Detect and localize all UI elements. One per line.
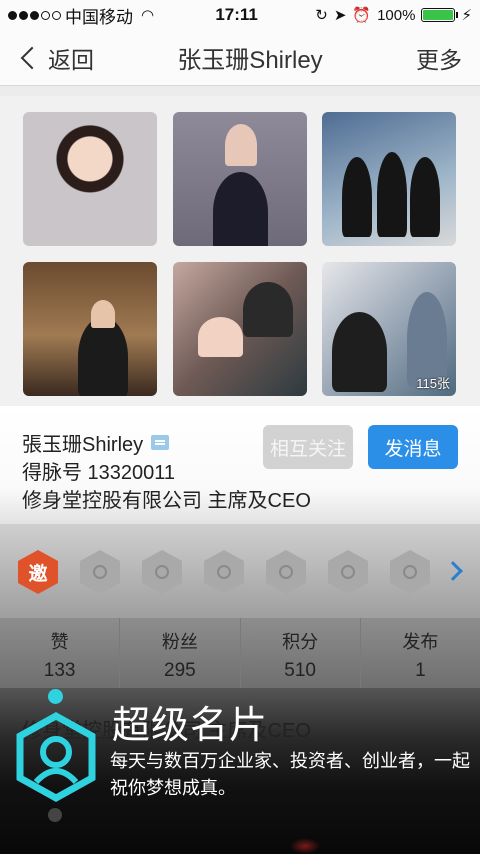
- status-right: ↻ ➤ ⏰ 100% ⚡: [315, 6, 472, 25]
- photo-thumbnail[interactable]: 115张: [322, 262, 456, 396]
- medal-badge-icon[interactable]: [204, 550, 244, 594]
- photo-thumbnail[interactable]: [23, 112, 157, 246]
- profile-company: 修身堂控股有限公司 主席及CEO: [22, 490, 311, 512]
- more-button[interactable]: 更多: [380, 41, 480, 75]
- promo-title: 超级名片: [112, 705, 269, 747]
- medal-badge-icon[interactable]: [142, 550, 182, 594]
- card-icon[interactable]: [151, 435, 170, 450]
- chevron-left-icon: [20, 46, 44, 69]
- stat-likes[interactable]: 赞 133: [0, 618, 121, 688]
- photo-thumbnail[interactable]: [322, 112, 456, 246]
- status-time: 17:11: [215, 5, 258, 24]
- promo-description: 每天与数百万企业家、投资者、创业者，一起祝你梦想成真。: [110, 751, 470, 798]
- send-message-button[interactable]: 发消息: [368, 425, 458, 469]
- invite-badge-icon[interactable]: 邀: [18, 550, 58, 594]
- photo-grid: 115张: [0, 96, 480, 406]
- stat-points[interactable]: 积分 510: [241, 618, 361, 688]
- photo-thumbnail[interactable]: [173, 262, 307, 396]
- wifi-icon: ◠: [141, 7, 155, 24]
- logo-dot-top: [48, 689, 63, 704]
- mutual-follow-button[interactable]: 相互关注: [263, 425, 353, 469]
- page-title: 张玉珊Shirley: [177, 47, 323, 74]
- medal-badge-icon[interactable]: [390, 550, 430, 594]
- battery-percent: 100%: [377, 6, 416, 24]
- medal-badge-icon[interactable]: [266, 550, 306, 594]
- stats-row: 赞 133 粉丝 295 积分 510 发布 1: [0, 618, 480, 688]
- photo-count-badge: 115张: [416, 376, 450, 391]
- back-label: 返回: [48, 46, 94, 73]
- name-row: 張玉珊Shirley: [22, 428, 170, 457]
- logo-dot-bottom: [48, 808, 62, 822]
- stat-value: 295: [164, 660, 196, 681]
- stat-fans[interactable]: 粉丝 295: [120, 618, 241, 688]
- profile-card: 張玉珊Shirley 得脉号 13320011 修身堂控股有限公司 主席及CEO…: [0, 406, 480, 524]
- photo-thumbnail[interactable]: [173, 112, 307, 246]
- nav-bar: 返回 张玉珊Shirley 更多: [0, 30, 480, 86]
- orientation-lock-icon: ↻: [315, 7, 328, 24]
- bottom-glow: [290, 838, 320, 854]
- medal-badge-icon[interactable]: [80, 550, 120, 594]
- stat-value: 510: [284, 660, 316, 681]
- stat-value: 133: [43, 660, 76, 681]
- charging-icon: ⚡: [461, 7, 472, 24]
- carrier-name: 中国移动: [65, 7, 133, 27]
- chevron-right-icon[interactable]: [443, 561, 463, 581]
- status-left: 中国移动 ◠: [8, 3, 198, 28]
- alarm-icon: ⏰: [352, 7, 372, 24]
- stat-label: 发布: [402, 632, 439, 652]
- battery-icon: [421, 8, 459, 22]
- stat-label: 赞: [50, 632, 69, 652]
- app-logo-icon: [16, 712, 96, 802]
- photo-thumbnail[interactable]: [23, 262, 157, 396]
- stat-label: 积分: [282, 632, 319, 652]
- signal-strength-icon: [8, 10, 61, 20]
- location-icon: ➤: [333, 7, 347, 24]
- medal-badge-icon[interactable]: [328, 550, 368, 594]
- stat-posts[interactable]: 发布 1: [361, 618, 480, 688]
- profile-name: 張玉珊Shirley: [22, 434, 144, 456]
- stat-value: 1: [415, 660, 426, 681]
- badge-row[interactable]: 邀: [0, 524, 480, 618]
- stat-label: 粉丝: [161, 632, 198, 652]
- status-bar: 中国移动 ◠ 17:11 ↻ ➤ ⏰ 100% ⚡: [0, 0, 480, 30]
- profile-id: 得脉号 13320011: [22, 462, 176, 484]
- back-button[interactable]: 返回: [0, 41, 120, 75]
